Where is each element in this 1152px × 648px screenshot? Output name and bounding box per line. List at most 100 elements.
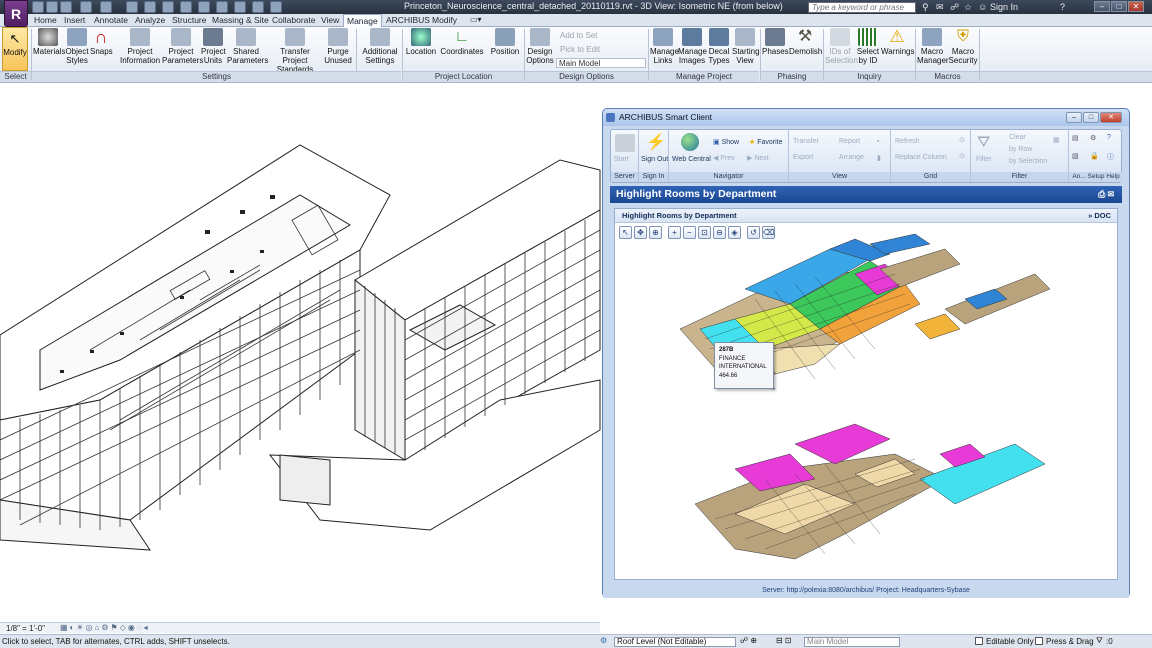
- tab-collaborate[interactable]: Collaborate: [272, 15, 315, 25]
- building-model-view[interactable]: [0, 100, 605, 620]
- show-button[interactable]: ▣ Show: [713, 138, 739, 146]
- arrange-button[interactable]: Arrange: [839, 154, 864, 161]
- help-icon[interactable]: ?: [1060, 2, 1065, 12]
- position-button[interactable]: Position: [488, 27, 522, 56]
- manage-links-button[interactable]: Manage Links: [650, 27, 679, 65]
- tab-massing-site[interactable]: Massing & Site: [212, 15, 269, 25]
- floor-plan-drawing[interactable]: [615, 229, 1117, 579]
- object-styles-button[interactable]: Object Styles: [65, 27, 89, 65]
- editable-worksets-icon[interactable]: ☍ ⊕: [740, 636, 757, 645]
- additional-settings-button[interactable]: Additional Settings: [360, 27, 400, 65]
- text-icon[interactable]: [162, 1, 174, 13]
- down-icon[interactable]: ⊙: [959, 152, 965, 160]
- redo-icon[interactable]: [100, 1, 112, 13]
- active-level-select[interactable]: Roof Level (Not Editable): [614, 637, 736, 647]
- modify-button[interactable]: ↖ Modify: [2, 27, 28, 71]
- pick-to-edit-button[interactable]: Pick to Edit: [560, 45, 600, 54]
- lock-icon[interactable]: 🔒: [1090, 152, 1099, 160]
- phases-button[interactable]: Phases: [762, 27, 789, 56]
- decal-types-button[interactable]: Decal Types: [707, 27, 731, 65]
- tab-insert[interactable]: Insert: [64, 15, 85, 25]
- view-scale[interactable]: 1/8" = 1'-0": [6, 624, 45, 633]
- add-to-set-button[interactable]: Add to Set: [560, 31, 597, 40]
- report-button[interactable]: Report: [839, 138, 860, 145]
- maximize-button[interactable]: □: [1111, 1, 1127, 12]
- tab-manage[interactable]: Manage: [343, 14, 382, 27]
- close-button[interactable]: ✕: [1128, 1, 1144, 12]
- snaps-button[interactable]: ∩ Snaps: [90, 27, 113, 56]
- archibus-close-button[interactable]: ✕: [1100, 112, 1122, 123]
- table-icon[interactable]: ▤: [1072, 134, 1079, 142]
- archibus-minimize-button[interactable]: –: [1066, 112, 1082, 123]
- manage-images-button[interactable]: Manage Images: [678, 27, 707, 65]
- doc-link[interactable]: » DOC: [1088, 209, 1111, 222]
- grid-view-icon[interactable]: ▦: [1053, 136, 1060, 144]
- worksets-icon[interactable]: ⚙: [600, 636, 607, 645]
- layers-icon[interactable]: ▧: [1072, 152, 1079, 160]
- prev-button[interactable]: ◀ Prev: [713, 154, 735, 162]
- design-options-button[interactable]: Design Options: [526, 27, 554, 65]
- ids-of-selection-button[interactable]: IDs of Selection: [825, 27, 858, 65]
- up-icon[interactable]: ⊙: [959, 136, 965, 144]
- editable-only-checkbox[interactable]: Editable Only: [975, 637, 1034, 646]
- design-option-icon[interactable]: ⊟ ⊡: [776, 636, 792, 645]
- macro-security-button[interactable]: ⛨ Macro Security: [948, 27, 978, 65]
- transfer-button[interactable]: Transfer: [793, 138, 819, 145]
- view-control-icons[interactable]: ▦◐☀◎⌂⚙⚑◇◉◌◂: [60, 623, 150, 632]
- project-parameters-button[interactable]: Project Parameters: [162, 27, 203, 65]
- design-option-select[interactable]: Main Model: [556, 58, 646, 68]
- macro-manager-button[interactable]: Macro Manager: [917, 27, 949, 65]
- save-icon[interactable]: ▪: [877, 138, 879, 145]
- tab-modify[interactable]: Modify: [432, 15, 457, 25]
- section-icon[interactable]: [198, 1, 210, 13]
- materials-button[interactable]: Materials: [33, 27, 65, 56]
- tools-icon[interactable]: ⚙: [1090, 134, 1096, 142]
- by-selection-button[interactable]: by Selection: [1009, 158, 1047, 165]
- undo-icon[interactable]: [80, 1, 92, 13]
- close-hidden-icon[interactable]: [234, 1, 246, 13]
- help-icon[interactable]: ?: [1107, 134, 1111, 141]
- thin-lines-icon[interactable]: [216, 1, 228, 13]
- refresh-button[interactable]: Refresh: [895, 138, 920, 145]
- measure-icon[interactable]: [126, 1, 138, 13]
- warnings-button[interactable]: ⚠ Warnings: [881, 27, 915, 57]
- start-button[interactable]: Start: [614, 156, 629, 163]
- by-row-button[interactable]: by Row: [1009, 146, 1032, 153]
- tab-view[interactable]: View: [321, 15, 339, 25]
- chart-icon[interactable]: ▮: [877, 154, 881, 162]
- application-menu-button[interactable]: R: [4, 0, 28, 27]
- export-button[interactable]: Export: [793, 154, 813, 161]
- web-central-button[interactable]: Web Central: [672, 156, 711, 163]
- qat-dropdown-icon[interactable]: [270, 1, 282, 13]
- clear-button[interactable]: Clear: [1009, 134, 1026, 141]
- project-information-button[interactable]: Project Information: [120, 27, 160, 65]
- sign-in-link[interactable]: Sign In: [990, 2, 1018, 12]
- sync-icon[interactable]: [60, 1, 72, 13]
- shared-parameters-button[interactable]: Shared Parameters: [227, 27, 268, 65]
- tab-analyze[interactable]: Analyze: [135, 15, 165, 25]
- setup-label[interactable]: Setup: [1088, 173, 1105, 180]
- subscription-icon[interactable]: ✉: [936, 2, 944, 13]
- ribbon-minimize-icon[interactable]: ▭▾: [470, 15, 482, 24]
- info-icon[interactable]: ⓘ: [1107, 152, 1114, 162]
- favorite-button[interactable]: ★ Favorite: [749, 138, 783, 146]
- replace-column-button[interactable]: Replace Column: [895, 154, 947, 161]
- tab-structure[interactable]: Structure: [172, 15, 207, 25]
- 3d-view-icon[interactable]: [180, 1, 192, 13]
- coordinates-button[interactable]: ∟ Coordinates: [440, 27, 484, 56]
- binoculars-icon[interactable]: ⚲: [922, 2, 929, 13]
- open-icon[interactable]: [32, 1, 44, 13]
- save-icon[interactable]: [46, 1, 58, 13]
- favorites-icon[interactable]: ☆: [964, 2, 972, 13]
- switch-windows-icon[interactable]: [252, 1, 264, 13]
- filter-button[interactable]: Filter: [976, 156, 992, 163]
- help-label[interactable]: Help: [1106, 173, 1119, 180]
- minimize-button[interactable]: –: [1094, 1, 1110, 12]
- tab-archibus[interactable]: ARCHIBUS: [386, 15, 430, 25]
- demolish-button[interactable]: ⚒ Demolish: [789, 27, 822, 56]
- press-drag-checkbox[interactable]: Press & Drag: [1035, 637, 1094, 646]
- sign-out-button[interactable]: Sign Out: [641, 156, 668, 163]
- next-button[interactable]: ▶ Next: [747, 154, 769, 162]
- main-model-select[interactable]: Main Model: [804, 637, 900, 647]
- communication-icon[interactable]: ☍: [950, 2, 959, 13]
